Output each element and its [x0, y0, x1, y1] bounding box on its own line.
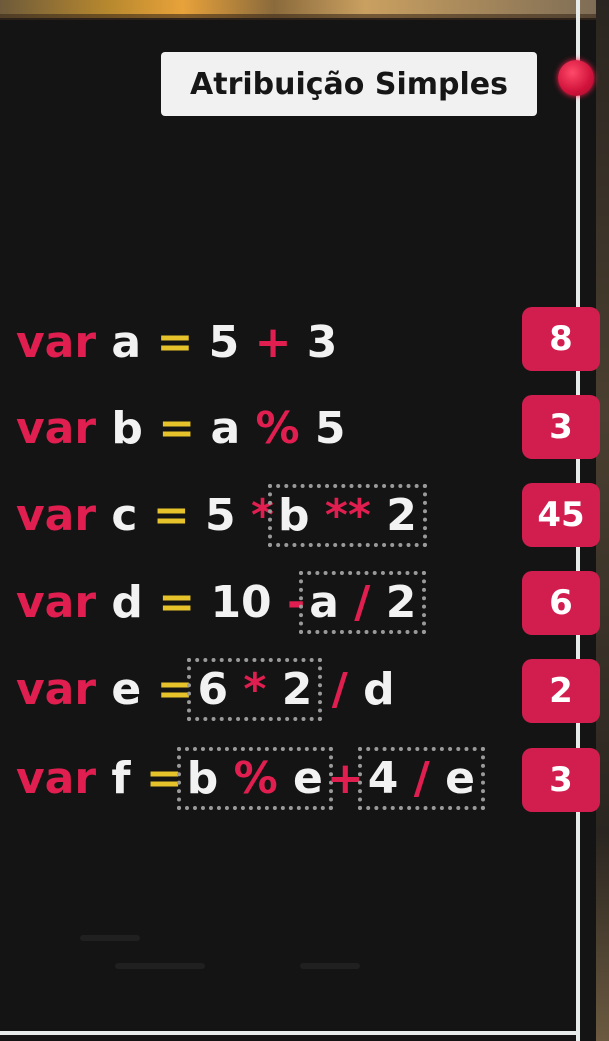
- result-value: 3: [549, 407, 573, 447]
- operand: e: [445, 752, 475, 804]
- variable-name: e: [111, 663, 142, 715]
- code-line-e: var e = 6 * 2 / d: [16, 657, 395, 721]
- result-badge-c: 45: [522, 483, 600, 547]
- equals-sign: =: [156, 663, 194, 715]
- operand: 4: [367, 752, 399, 804]
- operator: -: [287, 576, 306, 628]
- title-box: Atribuição Simples: [161, 52, 537, 116]
- result-badge-f: 3: [522, 748, 600, 812]
- bottom-border-line: [0, 1031, 580, 1035]
- variable-name: f: [111, 752, 131, 804]
- variable-name: a: [111, 316, 142, 368]
- keyword-var: var: [16, 316, 97, 368]
- result-badge-d: 6: [522, 571, 600, 635]
- operand: 5: [314, 402, 346, 454]
- operand: 2: [386, 489, 417, 541]
- operand: a: [210, 402, 241, 454]
- result-value: 45: [537, 495, 585, 535]
- equals-sign: =: [156, 316, 194, 368]
- operator: %: [233, 752, 278, 804]
- operand: 2: [385, 576, 417, 628]
- equals-sign: =: [158, 402, 196, 454]
- operand: b: [278, 489, 310, 541]
- code-line-f: var f = b % e +4 / e: [16, 746, 485, 810]
- code-line-c: var c = 5 * b ** 2: [16, 483, 427, 547]
- result-value: 3: [549, 760, 573, 800]
- operand: d: [363, 663, 395, 715]
- faint-shadow-line: [300, 963, 360, 969]
- precedence-group-box: b ** 2: [268, 483, 427, 547]
- result-value: 8: [549, 319, 573, 359]
- variable-name: d: [111, 576, 143, 628]
- code-line-d: var d = 10 -a / 2: [16, 570, 427, 634]
- operator: +: [326, 752, 364, 804]
- result-value: 6: [549, 583, 573, 623]
- operator: **: [324, 489, 371, 541]
- operator: *: [250, 489, 274, 541]
- faint-shadow-line: [115, 963, 205, 969]
- operand: 3: [306, 316, 338, 368]
- operator: *: [243, 663, 267, 715]
- code-line-a: var a = 5 + 3: [16, 312, 337, 372]
- variable-name: c: [111, 489, 138, 541]
- result-value: 2: [549, 671, 573, 711]
- equals-sign: =: [152, 489, 190, 541]
- keyword-var: var: [16, 663, 97, 715]
- operator: /: [354, 576, 371, 628]
- operand: 5: [208, 316, 240, 368]
- record-dot-icon: [558, 60, 594, 96]
- result-badge-a: 8: [522, 307, 600, 371]
- page-title: Atribuição Simples: [190, 66, 508, 102]
- operator: /: [331, 663, 348, 715]
- operator: +: [254, 316, 292, 368]
- equals-sign: =: [145, 752, 183, 804]
- operand: e: [293, 752, 323, 804]
- operator: %: [255, 402, 300, 454]
- result-badge-b: 3: [522, 395, 600, 459]
- operand: 5: [205, 489, 236, 541]
- keyword-var: var: [16, 576, 97, 628]
- operand: 2: [281, 663, 313, 715]
- equals-sign: =: [158, 576, 196, 628]
- faint-shadow-line: [80, 935, 140, 941]
- operator: /: [413, 752, 430, 804]
- result-badge-e: 2: [522, 659, 600, 723]
- code-line-b: var b = a % 5: [16, 398, 346, 458]
- operand: 10: [210, 576, 272, 628]
- keyword-var: var: [16, 402, 97, 454]
- precedence-group-box: b % e: [176, 746, 333, 810]
- keyword-var: var: [16, 752, 97, 804]
- precedence-group-box: 6 * 2: [187, 657, 323, 721]
- variable-name: b: [111, 402, 143, 454]
- precedence-group-box: a / 2: [299, 570, 427, 634]
- precedence-group-box: 4 / e: [357, 746, 485, 810]
- operand: a: [309, 576, 339, 628]
- top-glow-shadow: [0, 14, 609, 20]
- operand: b: [186, 752, 219, 804]
- keyword-var: var: [16, 489, 97, 541]
- operand: 6: [197, 663, 229, 715]
